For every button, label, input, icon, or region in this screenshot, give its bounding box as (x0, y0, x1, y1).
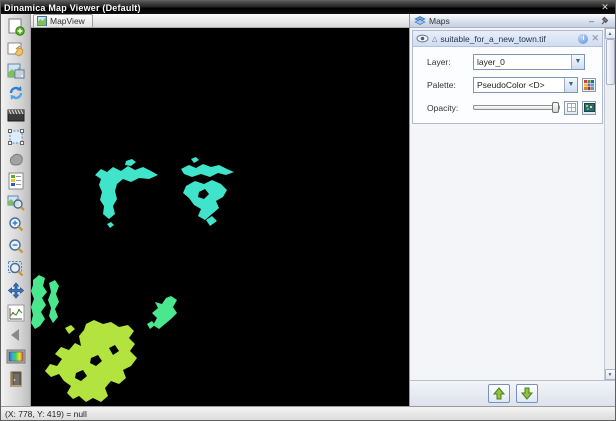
zoom-region-icon (7, 194, 25, 212)
green-up-arrow-icon (493, 387, 505, 400)
layer-field-label: Layer: (427, 57, 469, 67)
palette-grid-icon (584, 80, 594, 90)
opacity-slider-track (473, 105, 560, 110)
tab-mapview[interactable]: MapView (33, 14, 93, 27)
panel-minimize-icon[interactable]: – (586, 16, 597, 26)
chart-button[interactable] (4, 302, 28, 323)
tab-mapview-label: MapView (50, 16, 85, 26)
chart-icon (7, 304, 25, 322)
eraser-icon (7, 150, 25, 168)
map-area: MapView (31, 14, 409, 406)
layer-info-icon[interactable]: i (578, 34, 588, 44)
maps-panel-titlebar[interactable]: Maps – (410, 14, 615, 28)
legend-icon (7, 172, 25, 190)
maps-panel: Maps – △ suitable_for_a (409, 14, 615, 406)
scroll-down-icon[interactable]: ▼ (605, 369, 616, 380)
exit-door-icon (7, 370, 25, 388)
app-window: Dinamica Map Viewer (Default) ✕ (0, 0, 616, 421)
mini-grid-icon (567, 103, 576, 112)
layer-select[interactable]: layer_0 ▼ (473, 54, 585, 70)
move-layer-up-button[interactable] (488, 384, 510, 403)
cluster-cyan-mass (181, 164, 234, 177)
map-image-icon (7, 62, 25, 80)
zoom-out-button[interactable] (4, 236, 28, 257)
cluster-yellowgreen-mass (45, 320, 137, 402)
back-arrow-icon (7, 326, 25, 344)
opacity-swatch-button[interactable] (582, 101, 596, 115)
zoom-out-icon (7, 238, 25, 256)
maps-panel-icon (414, 16, 426, 26)
cluster-green-strip (31, 275, 47, 329)
select-region-button[interactable] (4, 126, 28, 147)
mapview-tab-icon (37, 16, 47, 26)
layer-field-row: Layer: layer_0 ▼ (427, 53, 596, 70)
layer-card: △ suitable_for_a_new_town.tif i ✕ Layer:… (412, 30, 603, 124)
expand-triangle-icon[interactable]: △ (432, 35, 437, 43)
panel-pin-icon[interactable] (600, 16, 611, 26)
back-button[interactable] (4, 324, 28, 345)
green-down-arrow-icon (521, 387, 533, 400)
eye-icon (416, 34, 429, 43)
palette-select[interactable]: PseudoColor <D> ▼ (473, 77, 578, 93)
eraser-button[interactable] (4, 148, 28, 169)
select-region-icon (7, 128, 25, 146)
palette-button[interactable] (4, 346, 28, 367)
animation-button[interactable] (4, 104, 28, 125)
window-titlebar: Dinamica Map Viewer (Default) ✕ (1, 1, 615, 14)
map-raster-layer (31, 28, 409, 406)
scroll-up-icon[interactable]: ▲ (605, 28, 616, 39)
add-map-button[interactable] (4, 16, 28, 37)
layer-select-arrow-icon[interactable]: ▼ (571, 55, 584, 69)
layer-select-value: layer_0 (474, 57, 571, 67)
map-properties-button[interactable] (4, 60, 28, 81)
cursor-coordinates: (X: 778, Y: 419) = null (5, 409, 87, 419)
layer-card-header[interactable]: △ suitable_for_a_new_town.tif i ✕ (413, 31, 602, 47)
layer-order-footer (410, 380, 615, 406)
pointer-hand-icon (7, 40, 25, 58)
map-canvas[interactable] (31, 28, 409, 406)
exit-button[interactable] (4, 368, 28, 389)
pan-arrows-icon (7, 282, 25, 300)
palette-field-label: Palette: (427, 80, 469, 90)
panel-scrollbar[interactable]: ▲ ▼ (604, 28, 615, 380)
raster-swatch-icon (584, 103, 595, 112)
palette-field-row: Palette: PseudoColor <D> ▼ (427, 76, 596, 93)
layer-name: suitable_for_a_new_town.tif (440, 34, 575, 44)
statusbar: (X: 778, Y: 419) = null (1, 406, 615, 420)
clapperboard-icon (7, 106, 25, 124)
opacity-field-label: Opacity: (427, 103, 469, 113)
palette-select-arrow-icon[interactable]: ▼ (564, 78, 577, 92)
opacity-slider-thumb[interactable] (552, 102, 559, 113)
opacity-grid-button[interactable] (564, 101, 578, 115)
map-tabbar: MapView (31, 14, 409, 28)
zoom-to-region-button[interactable] (4, 192, 28, 213)
window-close-icon[interactable]: ✕ (598, 2, 612, 13)
move-layer-down-button[interactable] (516, 384, 538, 403)
maps-panel-title: Maps (429, 16, 583, 26)
pan-button[interactable] (4, 280, 28, 301)
zoom-extent-icon (7, 260, 25, 278)
scrollbar-track[interactable] (605, 39, 616, 369)
window-title: Dinamica Map Viewer (Default) (4, 3, 141, 13)
zoom-in-button[interactable] (4, 214, 28, 235)
layers-scroll-area: △ suitable_for_a_new_town.tif i ✕ Layer:… (410, 28, 604, 380)
left-toolbar (1, 14, 31, 406)
legend-button[interactable] (4, 170, 28, 191)
pointer-select-button[interactable] (4, 38, 28, 59)
palette-select-value: PseudoColor <D> (474, 80, 564, 90)
add-map-icon (7, 18, 25, 36)
zoom-extent-button[interactable] (4, 258, 28, 279)
layer-close-icon[interactable]: ✕ (591, 33, 599, 44)
refresh-button[interactable] (4, 82, 28, 103)
opacity-slider[interactable] (473, 102, 560, 113)
cluster-cyan-hook (95, 166, 158, 219)
opacity-field-row: Opacity: (427, 99, 596, 116)
refresh-icon (7, 84, 25, 102)
cluster-green-blob (152, 296, 177, 329)
palette-gradient-icon (6, 348, 26, 366)
zoom-in-icon (7, 216, 25, 234)
scrollbar-thumb[interactable] (606, 39, 615, 85)
palette-editor-button[interactable] (582, 78, 596, 92)
